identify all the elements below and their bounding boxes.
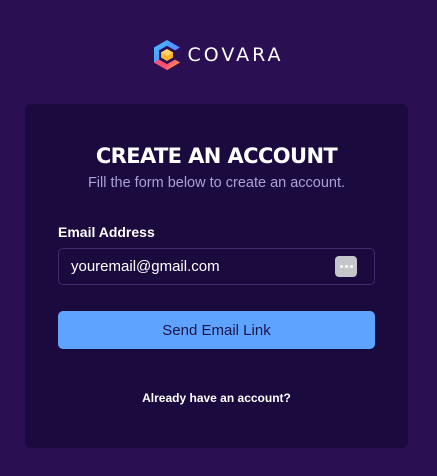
brand-header: COVARA	[0, 37, 437, 73]
more-dots-icon[interactable]	[335, 256, 357, 277]
covara-logo-icon	[154, 40, 181, 70]
send-email-link-button[interactable]: Send Email Link	[58, 311, 375, 349]
dot	[339, 265, 343, 268]
email-field-container	[58, 248, 375, 285]
dot	[349, 265, 353, 268]
email-label: Email Address	[58, 224, 155, 240]
page-subtitle: Fill the form below to create an account…	[87, 175, 346, 191]
already-have-account-link[interactable]: Already have an account?	[25, 390, 408, 406]
page-title: CREATE AN ACCOUNT	[95, 144, 338, 168]
dot	[344, 265, 348, 268]
signup-card: CREATE AN ACCOUNT Fill the form below to…	[25, 104, 408, 448]
brand-name: COVARA	[187, 43, 284, 66]
email-input[interactable]	[59, 249, 341, 284]
